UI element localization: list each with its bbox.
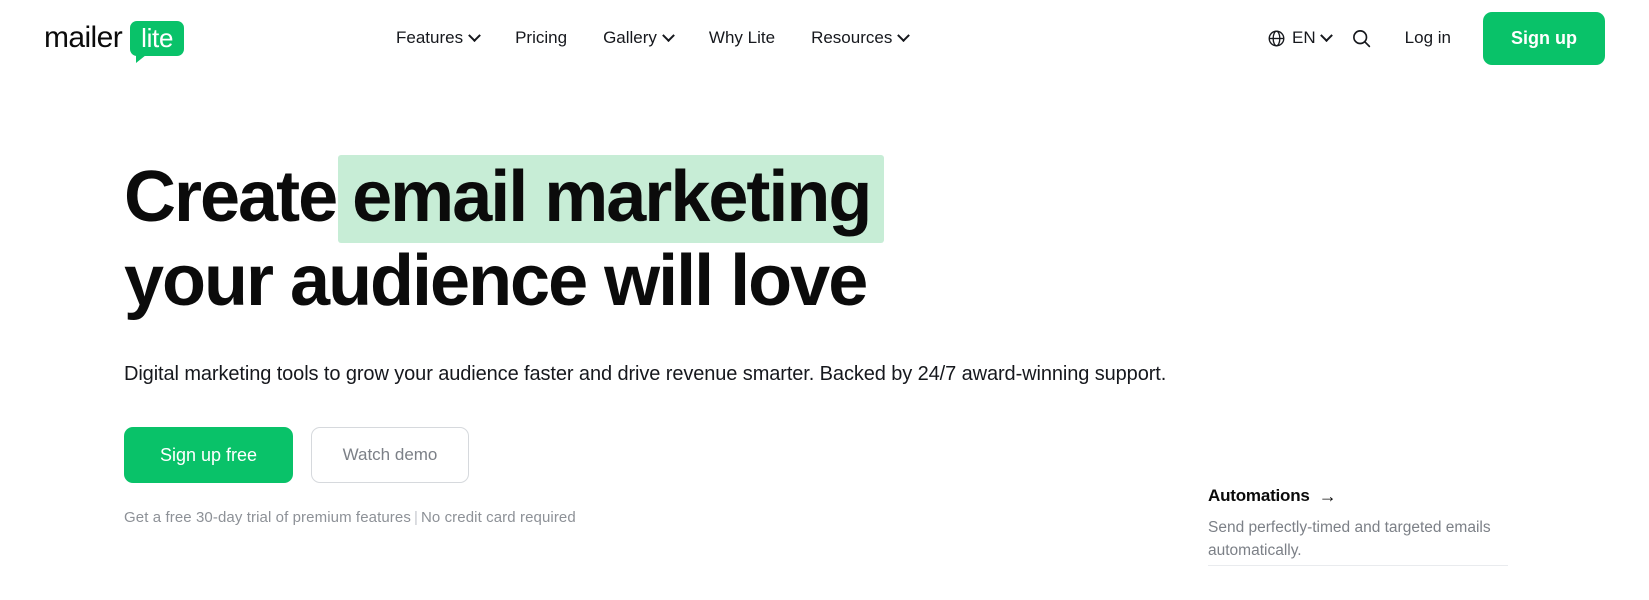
headline-plain-text: Create bbox=[124, 157, 338, 237]
nav-item-gallery[interactable]: Gallery bbox=[585, 20, 691, 56]
chevron-down-icon bbox=[468, 28, 481, 42]
chevron-down-icon bbox=[897, 28, 911, 42]
header-actions: EN Log in Sign up bbox=[1259, 0, 1649, 76]
feature-card-description: Send perfectly-timed and targeted emails… bbox=[1208, 519, 1491, 559]
chevron-down-icon bbox=[662, 28, 675, 42]
landing-page: mailer lite Features Pricing Gallery Why… bbox=[0, 0, 1649, 600]
main-nav: Features Pricing Gallery Why Lite Resour… bbox=[392, 0, 926, 76]
nav-label: Resources bbox=[811, 28, 893, 47]
nav-label: Features bbox=[396, 28, 464, 47]
headline-highlight: email marketing bbox=[338, 155, 885, 243]
hero-section: Create email marketing your audience will… bbox=[124, 155, 1524, 526]
search-icon bbox=[1353, 29, 1371, 47]
feature-card-title: Automations bbox=[1208, 486, 1310, 505]
language-label: EN bbox=[1292, 28, 1316, 47]
watch-demo-button[interactable]: Watch demo bbox=[311, 427, 469, 483]
headline-line-2: your audience will love bbox=[124, 241, 868, 321]
nav-item-resources[interactable]: Resources bbox=[793, 20, 926, 56]
nav-label: Pricing bbox=[515, 28, 568, 47]
language-selector[interactable]: EN bbox=[1259, 22, 1339, 54]
logo-badge-label: lite bbox=[141, 22, 174, 53]
nav-label: Why Lite bbox=[708, 28, 776, 47]
nav-item-pricing[interactable]: Pricing bbox=[497, 20, 585, 56]
feature-card-title-row[interactable]: Automations → bbox=[1208, 486, 1508, 506]
logo-wordmark: mailer bbox=[44, 21, 123, 54]
headline-line-1: Create email marketing bbox=[124, 155, 1024, 243]
feature-card-automations[interactable]: Automations → Send perfectly-timed and t… bbox=[1208, 486, 1508, 562]
feature-card-divider bbox=[1208, 565, 1508, 566]
fineprint-trial-text: Get a free 30-day trial of premium featu… bbox=[124, 509, 411, 526]
site-header: mailer lite Features Pricing Gallery Why… bbox=[0, 0, 1649, 76]
chevron-down-icon bbox=[1319, 28, 1333, 42]
nav-label: Gallery bbox=[603, 28, 657, 47]
logo[interactable]: mailer lite bbox=[44, 18, 185, 63]
hero-cta-row: Sign up free Watch demo bbox=[124, 427, 1524, 483]
hero-subheading: Digital marketing tools to grow your aud… bbox=[124, 363, 1167, 385]
nav-item-why-lite[interactable]: Why Lite bbox=[691, 20, 793, 56]
login-link[interactable]: Log in bbox=[1387, 20, 1469, 56]
nav-item-features[interactable]: Features bbox=[392, 20, 497, 56]
page-title: Create email marketing your audience will… bbox=[124, 155, 1024, 323]
fineprint-credit-card-text: No credit card required bbox=[420, 509, 576, 526]
signup-free-button[interactable]: Sign up free bbox=[124, 427, 293, 483]
globe-icon bbox=[1268, 30, 1285, 46]
search-button[interactable] bbox=[1345, 21, 1379, 55]
signup-button[interactable]: Sign up bbox=[1483, 11, 1605, 65]
fineprint-separator: | bbox=[413, 509, 418, 526]
logo-badge: lite bbox=[130, 20, 185, 63]
arrow-right-icon: → bbox=[1318, 486, 1337, 506]
